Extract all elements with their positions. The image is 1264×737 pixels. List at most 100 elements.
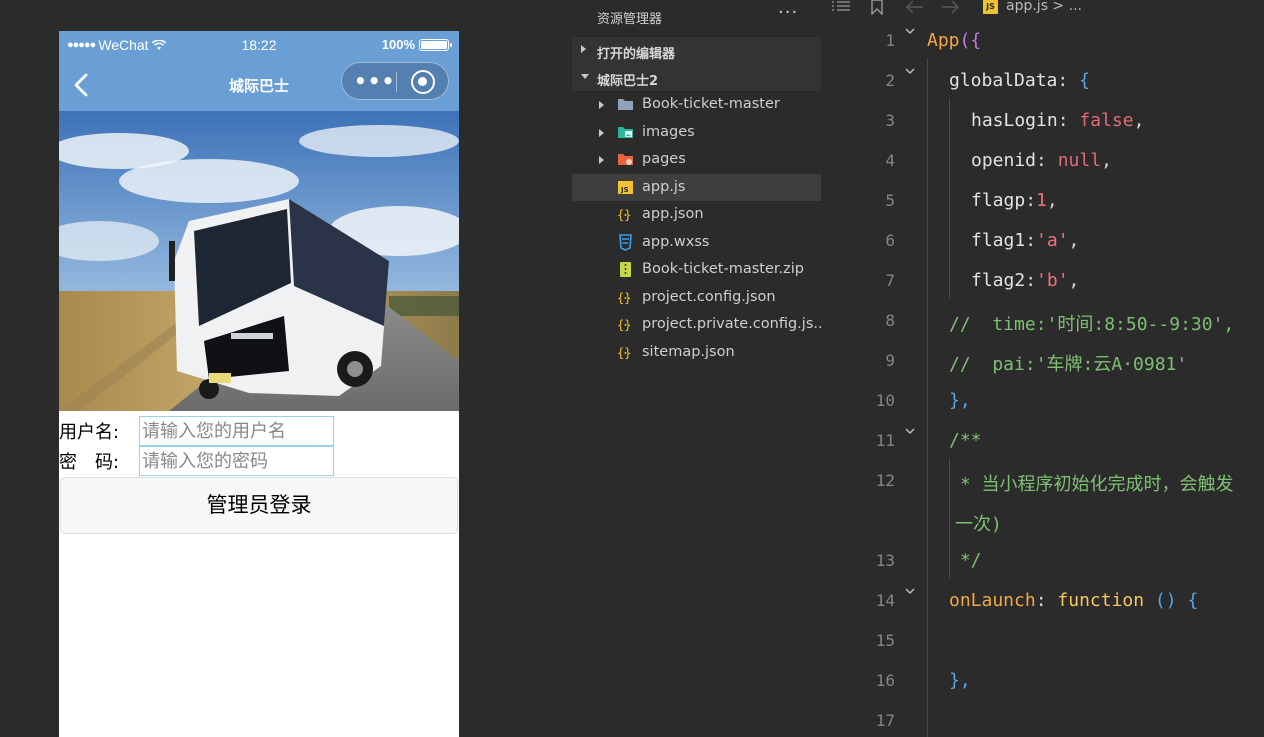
tree-item-label: app.js xyxy=(642,178,686,195)
json-file-icon: {} xyxy=(617,206,634,223)
username-input[interactable] xyxy=(139,416,334,446)
more-dots-icon[interactable]: ••• xyxy=(354,71,394,91)
close-miniprogram-icon[interactable] xyxy=(411,70,435,94)
code-line-8: // time:'时间:8:50--9:30', xyxy=(949,314,1235,335)
tree-item-label: Book-ticket-master xyxy=(642,96,780,112)
fold-chevron-icon[interactable] xyxy=(905,586,915,596)
code-line-4: openid: null, xyxy=(971,150,1112,171)
token-open: ({ xyxy=(959,30,982,51)
svg-text:{}: {} xyxy=(617,318,631,332)
token-colon: : xyxy=(1025,190,1037,211)
line-number: 12 xyxy=(875,471,895,490)
tree-item[interactable]: pages xyxy=(572,146,821,173)
code-line-13: */ xyxy=(949,550,982,571)
tree-item[interactable]: Book-ticket-master xyxy=(572,91,821,118)
explorer-more-icon[interactable]: ··· xyxy=(778,2,798,23)
battery-percent: 100% xyxy=(381,37,415,52)
code-line-9: // pai:'车牌:云A·0981' xyxy=(949,354,1188,375)
admin-login-button[interactable]: 管理员登录 xyxy=(60,477,458,534)
password-input[interactable] xyxy=(139,446,334,476)
images-folder-icon xyxy=(617,124,634,141)
tree-item[interactable]: JS app.js xyxy=(572,173,821,201)
battery-icon xyxy=(419,38,452,51)
explorer-header: 资源管理器 ··· xyxy=(572,0,821,36)
token-function: function xyxy=(1057,590,1145,611)
token-prop: flagp xyxy=(971,190,1026,211)
line-number: 3 xyxy=(885,111,895,130)
indent-guide xyxy=(949,98,950,298)
svg-text:JS: JS xyxy=(620,186,629,194)
pages-folder-icon xyxy=(617,151,634,168)
bookmark-icon[interactable] xyxy=(869,0,885,15)
chevron-down-icon xyxy=(581,74,589,79)
capsule-divider xyxy=(396,72,397,92)
tree-item-label: app.json xyxy=(642,206,704,222)
svg-text:{}: {} xyxy=(617,346,631,360)
token-colon: : xyxy=(1035,590,1058,611)
breadcrumb-file[interactable]: app.js > ... xyxy=(1006,0,1082,14)
status-bar: ●●●●● WeChat 18:22 100% xyxy=(59,31,459,59)
tree-item[interactable]: images xyxy=(572,119,821,146)
login-form: 用户名: 密 码: xyxy=(59,416,459,476)
project-section[interactable]: 城际巴士2 xyxy=(572,64,821,91)
token-comma: , xyxy=(1046,190,1058,211)
password-row: 密 码: xyxy=(59,446,459,476)
line-number: 10 xyxy=(875,391,895,410)
line-number: 7 xyxy=(885,271,895,290)
fold-chevron-icon[interactable] xyxy=(905,66,915,76)
tree-item[interactable]: {} sitemap.json xyxy=(572,339,821,366)
svg-text:{}: {} xyxy=(617,291,631,305)
line-number: 5 xyxy=(885,191,895,210)
code-line-16: }, xyxy=(949,670,971,691)
tree-item[interactable]: {} app.json xyxy=(572,201,821,228)
token-app: App xyxy=(927,30,960,51)
tree-item-label: project.config.json xyxy=(642,288,776,305)
tree-item[interactable]: app.wxss xyxy=(572,229,821,256)
chevron-right-icon[interactable] xyxy=(599,156,604,164)
arrow-left-icon[interactable] xyxy=(906,0,924,14)
tree-item[interactable]: {} project.config.json xyxy=(572,284,821,311)
battery-fill xyxy=(421,40,447,49)
token-onlaunch: onLaunch xyxy=(949,590,1036,611)
chevron-right-icon[interactable] xyxy=(599,101,604,109)
code-line-12b: 一次) xyxy=(955,514,1002,535)
fold-chevron-icon[interactable] xyxy=(905,426,915,436)
chevron-right-icon[interactable] xyxy=(599,128,604,137)
css-file-icon xyxy=(617,233,634,251)
arrow-right-icon[interactable] xyxy=(941,0,959,14)
code-area[interactable]: App({ globalData: { hasLogin: false, ope… xyxy=(927,18,1264,737)
nav-bar: 城际巴士 ••• xyxy=(59,59,459,111)
line-number: 1 xyxy=(885,31,895,50)
explorer-title: 资源管理器 xyxy=(597,12,663,27)
code-line-6: flag1:'a', xyxy=(971,230,1079,251)
token-paren: () xyxy=(1144,590,1188,611)
line-gutter: 1 2 3 4 5 6 7 8 9 10 11 12 13 14 15 16 17 xyxy=(821,18,921,737)
token-value: 'b' xyxy=(1036,270,1069,291)
breadcrumb: JS app.js > ... xyxy=(821,0,1264,18)
token-colon: : xyxy=(1025,230,1037,251)
line-number: 14 xyxy=(875,591,895,610)
token-colon: : xyxy=(1057,110,1080,131)
token-colon: : xyxy=(1057,70,1080,91)
js-file-icon: JS xyxy=(617,179,634,196)
token-prop: flag1 xyxy=(971,230,1026,251)
token-value: 'a' xyxy=(1036,230,1069,251)
line-number: 9 xyxy=(885,351,895,370)
token-brace: { xyxy=(1187,590,1199,611)
project-label: 城际巴士2 xyxy=(597,74,659,89)
username-label: 用户名: xyxy=(59,422,120,443)
tree-item[interactable]: Book-ticket-master.zip xyxy=(572,256,821,283)
tree-item[interactable]: {} project.private.config.js... xyxy=(572,311,827,338)
battery-group: 100% xyxy=(381,37,452,52)
phone-screen: ●●●●● WeChat 18:22 100% 城际巴士 ••• 用户名: 请输… xyxy=(59,31,459,737)
bus-photo xyxy=(59,111,459,411)
outline-icon[interactable] xyxy=(831,0,851,14)
tree-item-label: project.private.config.js... xyxy=(642,316,828,332)
code-line-2: globalData: { xyxy=(949,70,1090,91)
line-number: 6 xyxy=(885,231,895,250)
json-file-icon: {} xyxy=(617,289,634,306)
tree-item-label: Book-ticket-master.zip xyxy=(642,261,804,277)
open-editors-section[interactable]: 打开的编辑器 xyxy=(572,37,821,64)
fold-chevron-icon[interactable] xyxy=(905,26,915,36)
token-value: null xyxy=(1057,150,1102,171)
